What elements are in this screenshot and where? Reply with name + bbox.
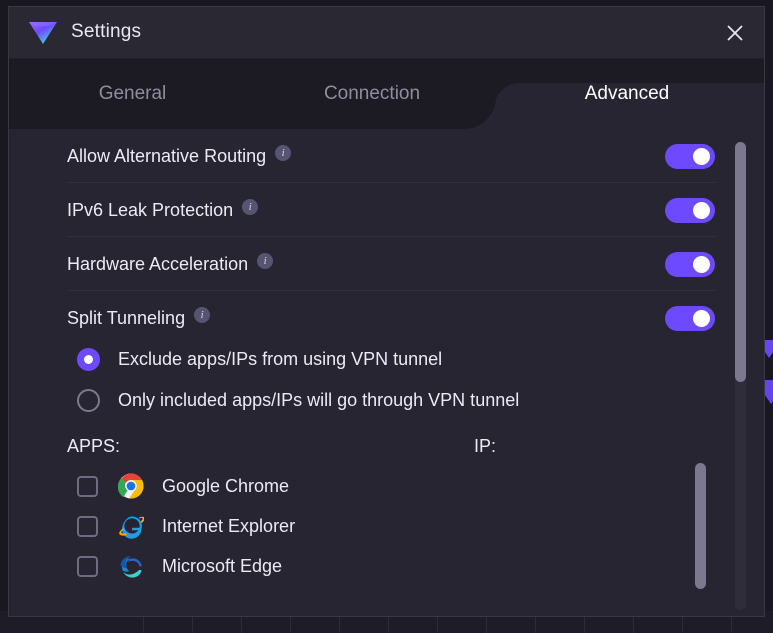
window-title: Settings — [71, 21, 142, 42]
toggle-knob — [693, 201, 710, 219]
radio-exclude-apps-label: Exclude apps/IPs from using VPN tunnel — [118, 349, 443, 369]
setting-label-allow-alternative-routing: Allow Alternative Routing — [67, 145, 267, 166]
titlebar: Settings — [9, 7, 764, 59]
toggle-ipv6-leak-protection[interactable] — [665, 197, 715, 223]
setting-row-ipv6-leak-protection: IPv6 Leak Protection i — [67, 183, 715, 237]
radio-exclude-apps[interactable]: Exclude apps/IPs from using VPN tunnel — [77, 348, 442, 371]
setting-label-hardware-acceleration: Hardware Acceleration — [67, 253, 249, 274]
info-icon[interactable]: i — [194, 307, 211, 323]
checkbox-google-chrome[interactable] — [77, 475, 98, 497]
chrome-icon — [117, 473, 144, 499]
toggle-split-tunneling[interactable] — [665, 305, 715, 331]
tab-connection-label: Connection — [323, 83, 421, 104]
toggle-knob — [693, 255, 710, 273]
app-list-item-microsoft-edge[interactable]: Microsoft Edge — [77, 553, 282, 579]
setting-row-split-tunneling: Split Tunneling i — [67, 291, 715, 345]
app-list-item-internet-explorer[interactable]: Internet Explorer — [77, 513, 295, 539]
settings-scrollbar-thumb[interactable] — [735, 142, 746, 382]
apps-column-header: APPS: — [67, 436, 121, 456]
info-icon[interactable]: i — [257, 253, 274, 269]
apps-list-scrollbar-thumb[interactable] — [695, 463, 706, 589]
radio-dot — [84, 355, 93, 364]
radio-include-apps[interactable]: Only included apps/IPs will go through V… — [77, 389, 519, 412]
advanced-settings-panel: Allow Alternative Routing i IPv6 Leak Pr… — [9, 129, 764, 616]
tab-advanced-label: Advanced — [584, 83, 670, 104]
internet-explorer-icon — [118, 513, 145, 539]
radio-button-selected[interactable] — [77, 348, 100, 371]
setting-label-split-tunneling: Split Tunneling — [67, 307, 186, 328]
close-icon[interactable] — [720, 19, 750, 47]
radio-button-unselected[interactable] — [77, 389, 100, 412]
ip-column-header: IP: — [474, 436, 497, 456]
app-name-internet-explorer: Internet Explorer — [162, 515, 296, 536]
tab-connection[interactable]: Connection — [256, 59, 488, 129]
info-icon[interactable]: i — [242, 199, 259, 215]
microsoft-edge-icon — [118, 553, 144, 579]
app-name-microsoft-edge: Microsoft Edge — [162, 555, 283, 576]
radio-include-apps-label: Only included apps/IPs will go through V… — [118, 390, 520, 410]
settings-scrollbar-track[interactable] — [735, 142, 746, 610]
toggle-hardware-acceleration[interactable] — [665, 251, 715, 277]
app-list-item-google-chrome[interactable]: Google Chrome — [77, 473, 289, 499]
checkbox-microsoft-edge[interactable] — [77, 555, 98, 577]
apps-list-scrollbar-track[interactable] — [695, 463, 706, 593]
toggle-knob — [693, 309, 710, 327]
tab-advanced[interactable]: Advanced — [496, 59, 758, 129]
setting-row-hardware-acceleration: Hardware Acceleration i — [67, 237, 715, 291]
app-name-google-chrome: Google Chrome — [162, 475, 290, 496]
setting-label-ipv6-leak-protection: IPv6 Leak Protection — [67, 199, 234, 220]
toggle-knob — [693, 147, 710, 165]
tab-general[interactable]: General — [34, 59, 231, 129]
checkbox-internet-explorer[interactable] — [77, 515, 98, 537]
screen: Settings General Connection Advanced All… — [0, 0, 773, 633]
protonvpn-logo-icon — [27, 20, 59, 46]
toggle-allow-alternative-routing[interactable] — [665, 143, 715, 169]
tab-bar: General Connection Advanced — [9, 59, 764, 129]
settings-dialog: Settings General Connection Advanced All… — [8, 6, 765, 617]
info-icon[interactable]: i — [275, 145, 292, 161]
setting-row-allow-alternative-routing: Allow Alternative Routing i — [67, 129, 715, 183]
tab-general-label: General — [98, 83, 167, 104]
